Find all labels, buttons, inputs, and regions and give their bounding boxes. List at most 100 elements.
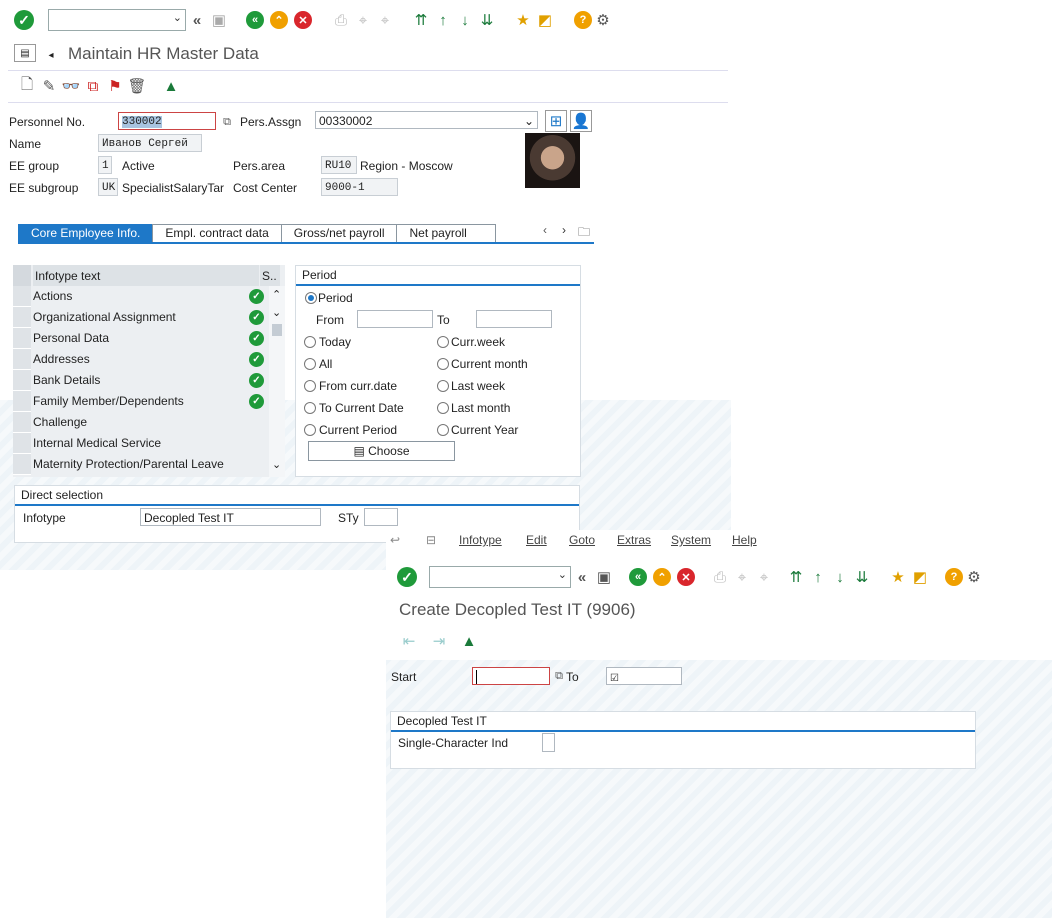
print-icon[interactable]: ⎙ [709,566,731,588]
row-selector[interactable] [13,433,31,454]
table-row[interactable]: Internal Medical Service [13,433,285,454]
row-selector[interactable] [13,307,31,328]
previous-record-icon[interactable]: ⇤ [398,630,420,652]
command-field[interactable]: ⌄ [429,566,571,588]
last-page-icon[interactable]: ⇊ [851,566,873,588]
shortcut-icon[interactable]: ◩ [534,9,556,31]
menu-dropdown-icon[interactable]: ◂ [40,44,62,66]
table-row[interactable]: Maternity Protection/Parental Leave [13,454,285,475]
change-icon[interactable]: ✎ [38,75,60,97]
single-char-input[interactable] [542,733,555,752]
pers-assgn-select[interactable]: 00330002 ⌄ [315,111,538,129]
save-icon[interactable]: ▣ [593,566,615,588]
radio-to-current-date[interactable] [304,402,316,414]
back-double-icon[interactable]: « [571,566,593,588]
enter-icon[interactable]: ✓ [397,567,417,587]
tab-list-icon[interactable]: 🗀 [578,223,590,244]
menu-help[interactable]: Help [732,533,757,547]
table-row[interactable]: Personal Data ✓ [13,328,285,349]
row-selector[interactable] [13,328,31,349]
next-page-icon[interactable]: ↓ [829,566,851,588]
delimit-icon[interactable]: ⚑ [104,75,126,97]
exit-icon[interactable]: ⌃ [653,568,671,586]
help-icon[interactable]: ? [945,568,963,586]
table-scrollbar[interactable]: ⌃ ⌄ ⌄ [269,286,285,477]
column-infotype-text[interactable]: Infotype text [35,269,100,283]
tab-empl-contract-data[interactable]: Empl. contract data [152,224,282,242]
new-session-icon[interactable]: ★ [512,9,534,31]
radio-current-month[interactable] [437,358,449,370]
shortcut-icon[interactable]: ◩ [909,566,931,588]
org-structure-icon[interactable]: ⊞ [545,110,567,132]
command-field[interactable]: ⌄ [48,9,186,31]
table-row[interactable]: Family Member/Dependents ✓ [13,391,285,412]
tab-scroll-right-icon[interactable]: › [562,223,566,237]
tab-scroll-left-icon[interactable]: ‹ [543,223,547,237]
start-date-input[interactable] [472,667,550,685]
table-row[interactable]: Addresses ✓ [13,349,285,370]
choose-button[interactable]: ▤ Choose [308,441,455,461]
column-status[interactable]: S.. [260,265,280,286]
save-icon[interactable]: ▣ [208,9,230,31]
radio-current-year[interactable] [437,424,449,436]
previous-page-icon[interactable]: ↑ [807,566,829,588]
tab-net-payroll[interactable]: Net payroll [396,224,497,242]
menu-infotype[interactable]: Infotype [459,533,502,547]
menu-extras[interactable]: Extras [617,533,651,547]
row-selector[interactable] [13,412,31,433]
overview-icon[interactable]: ▲ [458,630,480,652]
back-icon[interactable]: « [246,11,264,29]
scroll-bottom-icon[interactable]: ⌄ [272,458,281,471]
radio-today[interactable] [304,336,316,348]
previous-page-icon[interactable]: ↑ [432,9,454,31]
print-icon[interactable]: ⎙ [330,9,352,31]
find-next-icon[interactable]: ⌖ [374,9,396,31]
display-icon[interactable]: 👓 [60,75,82,97]
radio-period[interactable] [305,292,317,304]
row-selector[interactable] [13,286,31,307]
sty-input[interactable] [364,508,398,526]
find-icon[interactable]: ⌖ [731,566,753,588]
personnel-no-input[interactable]: 330002 [118,112,216,130]
scroll-thumb[interactable] [272,324,282,336]
radio-from-curr-date[interactable] [304,380,316,392]
tab-gross-net-payroll[interactable]: Gross/net payroll [280,224,398,242]
back-icon[interactable]: « [629,568,647,586]
first-page-icon[interactable]: ⇈ [785,566,807,588]
next-record-icon[interactable]: ⇥ [428,630,450,652]
value-help-icon[interactable]: ⧉ [216,111,238,133]
radio-last-month[interactable] [437,402,449,414]
cancel-icon[interactable]: ✕ [677,568,695,586]
radio-current-period[interactable] [304,424,316,436]
find-next-icon[interactable]: ⌖ [753,566,775,588]
table-row[interactable]: Actions ✓ [13,286,285,307]
find-icon[interactable]: ⌖ [352,9,374,31]
help-icon[interactable]: ? [574,11,592,29]
from-date-input[interactable] [357,310,433,328]
delete-icon[interactable]: 🗑 [126,75,148,97]
overview-icon[interactable]: ▲ [160,75,182,97]
gear-icon[interactable]: ⚙ [963,566,985,588]
row-selector[interactable] [13,349,31,370]
radio-curr-week[interactable] [437,336,449,348]
row-selector[interactable] [13,370,31,391]
cancel-icon[interactable]: ✕ [294,11,312,29]
radio-last-week[interactable] [437,380,449,392]
infotype-input[interactable]: Decopled Test IT [140,508,321,526]
table-row[interactable]: Challenge [13,412,285,433]
enter-icon[interactable]: ✓ [14,10,34,30]
to-date-input[interactable] [476,310,552,328]
menu-system[interactable]: System [671,533,711,547]
row-selector[interactable] [13,454,31,475]
scroll-down-icon[interactable]: ⌄ [272,306,281,319]
radio-all[interactable] [304,358,316,370]
table-row[interactable]: Organizational Assignment ✓ [13,307,285,328]
first-page-icon[interactable]: ⇈ [410,9,432,31]
next-page-icon[interactable]: ↓ [454,9,476,31]
to-date-input[interactable]: ☑ [606,667,682,685]
menu-goto[interactable]: Goto [569,533,595,547]
back-double-icon[interactable]: « [186,9,208,31]
tab-core-employee-info[interactable]: Core Employee Info. [18,224,154,242]
scroll-up-icon[interactable]: ⌃ [272,288,281,301]
table-row[interactable]: Bank Details ✓ [13,370,285,391]
